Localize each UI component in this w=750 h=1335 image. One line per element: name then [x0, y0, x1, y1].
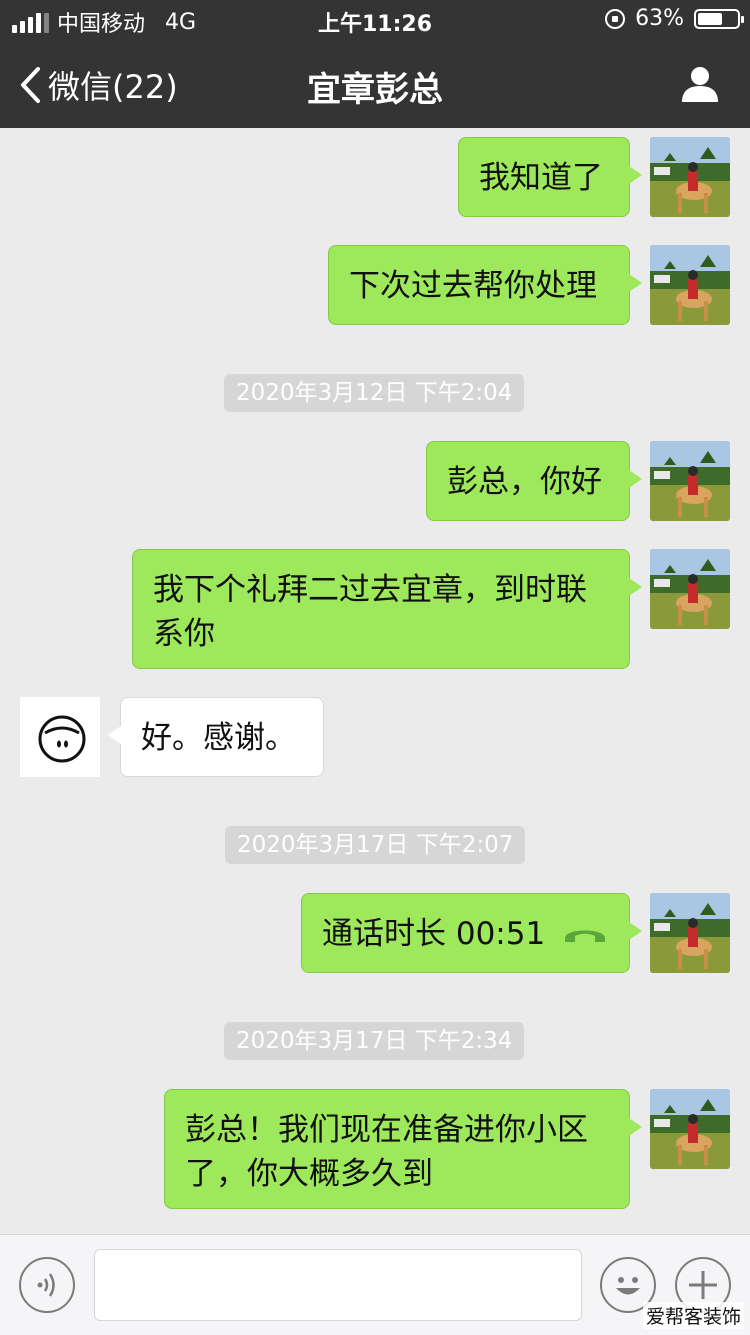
message-text: 下次过去帮你处理 — [349, 268, 597, 304]
nav-bar: 微信(22) 宜章彭总 — [0, 40, 750, 128]
chat-title: 宜章彭总 — [307, 70, 443, 110]
my-avatar[interactable] — [650, 137, 730, 217]
battery-percent: 63% — [635, 6, 684, 31]
call-duration-text: 通话时长 00:51 — [322, 916, 546, 952]
message-bubble[interactable]: 下次过去帮你处理 — [328, 245, 642, 325]
battery-icon — [694, 8, 744, 29]
chat-area[interactable]: 我知道了 下次过去帮你处理 2020年3月12日 下午2:04 彭总，你好 我下… — [0, 128, 750, 1234]
my-avatar[interactable] — [650, 893, 730, 973]
message-text: 我知道了 — [479, 160, 603, 196]
message-text: 彭总！我们现在准备进你小区了，你大概多久到 — [185, 1112, 588, 1192]
profile-icon[interactable] — [680, 64, 720, 104]
message-bubble[interactable]: 我下个礼拜二过去宜章，到时联系你 — [132, 549, 642, 669]
my-avatar[interactable] — [650, 1089, 730, 1169]
my-avatar[interactable] — [650, 549, 730, 629]
my-avatar[interactable] — [650, 245, 730, 325]
message-bubble[interactable]: 彭总！我们现在准备进你小区了，你大概多久到 — [164, 1089, 642, 1209]
message-text: 彭总，你好 — [447, 464, 602, 500]
watermark: 爱帮客装饰 — [642, 1302, 744, 1329]
input-bar: 爱帮客装饰 — [0, 1234, 750, 1335]
call-record-bubble[interactable]: 通话时长 00:51 — [301, 893, 642, 973]
timestamp: 2020年3月17日 下午2:34 — [224, 1022, 525, 1060]
message-input[interactable] — [94, 1249, 582, 1321]
voice-icon — [37, 1273, 55, 1297]
timestamp: 2020年3月17日 下午2:07 — [225, 826, 526, 864]
message-text: 我下个礼拜二过去宜章，到时联系你 — [153, 572, 587, 652]
orientation-lock-icon — [605, 8, 626, 29]
message-bubble[interactable]: 我知道了 — [458, 137, 642, 217]
message-bubble[interactable]: 好。感谢。 — [108, 697, 324, 777]
timestamp: 2020年3月12日 下午2:04 — [224, 374, 525, 412]
status-bar: 中国移动 4G 上午11:26 63% — [0, 0, 750, 40]
contact-avatar[interactable] — [20, 697, 100, 777]
phone-hangup-icon — [565, 930, 605, 942]
voice-button[interactable] — [19, 1257, 75, 1313]
message-text: 好。感谢。 — [141, 720, 296, 756]
my-avatar[interactable] — [650, 441, 730, 521]
message-bubble[interactable]: 彭总，你好 — [426, 441, 642, 521]
